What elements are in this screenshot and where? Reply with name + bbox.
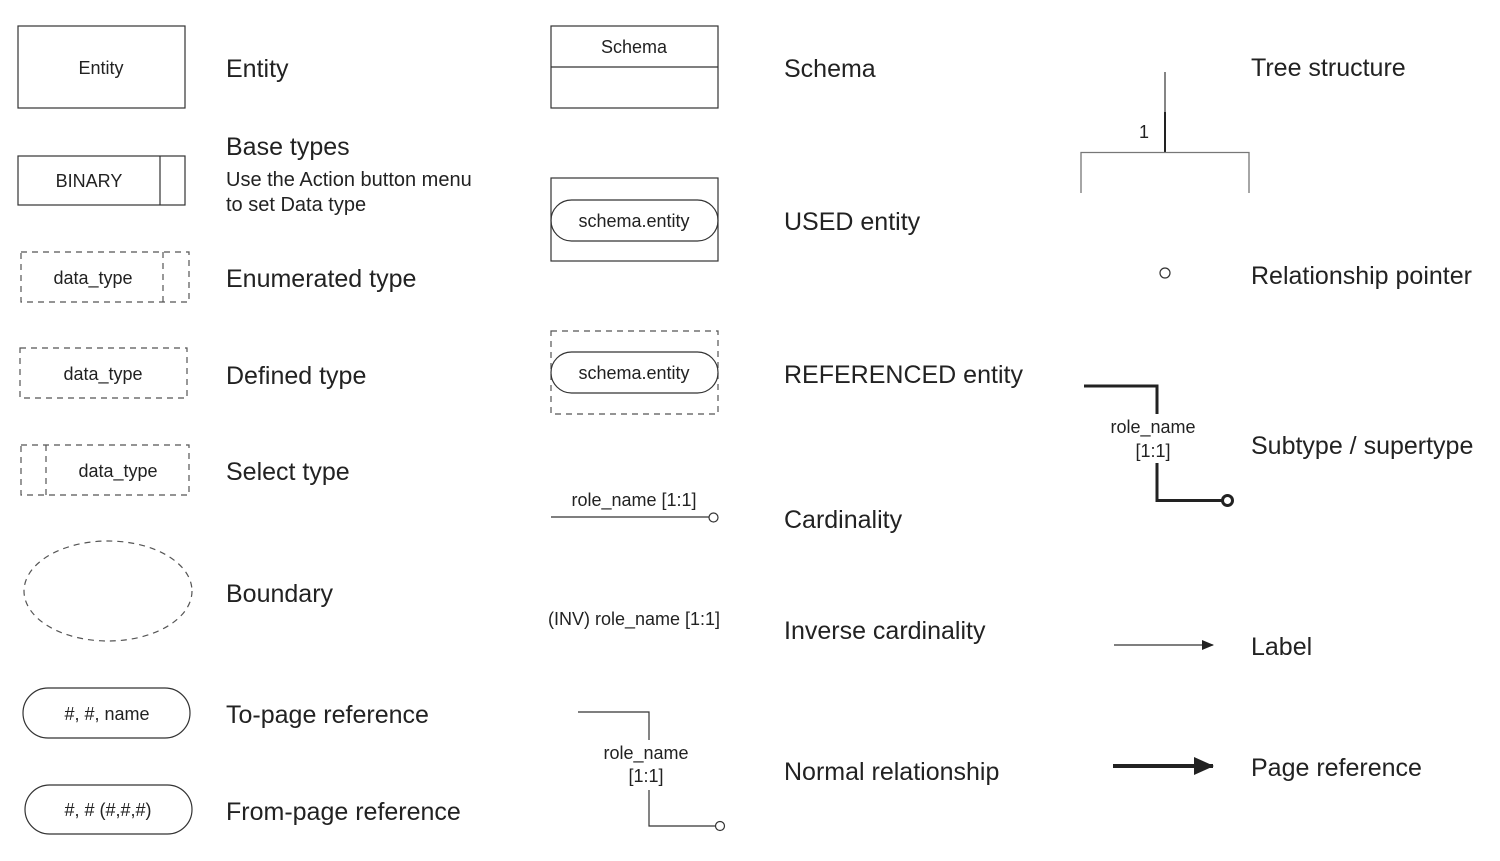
used-entity-symbol[interactable]: schema.entity <box>550 177 719 262</box>
referenced-entity-symbol[interactable]: schema.entity <box>550 330 719 415</box>
relationship-pointer-symbol[interactable] <box>1159 267 1171 279</box>
to-page-reference-symbol[interactable]: #, #, name <box>22 687 191 739</box>
referenced-entity-symbol-text: schema.entity <box>578 363 689 383</box>
used-entity-label: USED entity <box>784 208 921 236</box>
from-page-reference-symbol[interactable]: #, # (#,#,#) <box>24 784 193 835</box>
subtype-supertype-symbol[interactable]: role_name [1:1] <box>1084 384 1234 507</box>
schema-symbol-text: Schema <box>601 37 668 57</box>
entity-label: Entity <box>226 55 289 83</box>
normal-relationship-role: role_name <box>603 743 688 764</box>
boundary-symbol[interactable] <box>23 540 193 642</box>
inverse-cardinality-label: Inverse cardinality <box>784 617 986 645</box>
base-types-label: Base types <box>226 133 350 161</box>
cardinality-symbol-text: role_name [1:1] <box>571 490 696 511</box>
to-page-reference-label: To-page reference <box>226 701 429 729</box>
subtype-supertype-label: Subtype / supertype <box>1251 432 1473 460</box>
normal-relationship-card: [1:1] <box>628 766 663 786</box>
base-types-note-1: Use the Action button menu <box>226 169 472 191</box>
boundary-label: Boundary <box>226 580 334 608</box>
select-type-symbol[interactable]: data_type <box>20 444 190 496</box>
enumerated-type-label: Enumerated type <box>226 265 416 293</box>
cardinality-symbol[interactable]: role_name [1:1] <box>551 490 719 523</box>
tree-structure-label: Tree structure <box>1251 54 1406 82</box>
normal-relationship-label: Normal relationship <box>784 758 999 786</box>
relationship-pointer-label: Relationship pointer <box>1251 262 1472 290</box>
tree-structure-number: 1 <box>1139 122 1149 142</box>
base-type-symbol[interactable]: BINARY <box>17 155 186 206</box>
select-type-symbol-text: data_type <box>78 461 157 482</box>
base-type-symbol-text: BINARY <box>56 171 123 191</box>
defined-type-label: Defined type <box>226 362 366 390</box>
normal-relationship-symbol[interactable]: role_name [1:1] <box>578 711 726 832</box>
express-g-legend: Entity Entity BINARY Base types Use the … <box>17 25 1473 835</box>
base-types-note-2: to set Data type <box>226 194 366 216</box>
from-page-reference-symbol-text: #, # (#,#,#) <box>64 800 151 820</box>
inverse-cardinality-symbol-text[interactable]: (INV) role_name [1:1] <box>548 609 720 630</box>
subtype-role: role_name <box>1110 417 1195 438</box>
label-arrow-label: Label <box>1251 633 1312 661</box>
to-page-reference-symbol-text: #, #, name <box>64 704 149 724</box>
subtype-card: [1:1] <box>1135 441 1170 461</box>
enumerated-type-symbol[interactable]: data_type <box>20 251 190 303</box>
schema-symbol[interactable]: Schema <box>550 25 719 109</box>
defined-type-symbol[interactable]: data_type <box>19 347 188 399</box>
schema-label: Schema <box>784 55 876 83</box>
entity-symbol[interactable]: Entity <box>17 25 186 109</box>
defined-type-symbol-text: data_type <box>63 364 142 385</box>
enumerated-type-symbol-text: data_type <box>53 268 132 289</box>
used-entity-symbol-text: schema.entity <box>578 211 689 231</box>
entity-symbol-text: Entity <box>78 58 123 78</box>
referenced-entity-label: REFERENCED entity <box>784 361 1023 389</box>
cardinality-label: Cardinality <box>784 506 903 534</box>
tree-structure-symbol[interactable]: 1 <box>1080 72 1250 193</box>
from-page-reference-label: From-page reference <box>226 798 461 826</box>
page-reference-label: Page reference <box>1251 754 1422 782</box>
select-type-label: Select type <box>226 458 350 486</box>
